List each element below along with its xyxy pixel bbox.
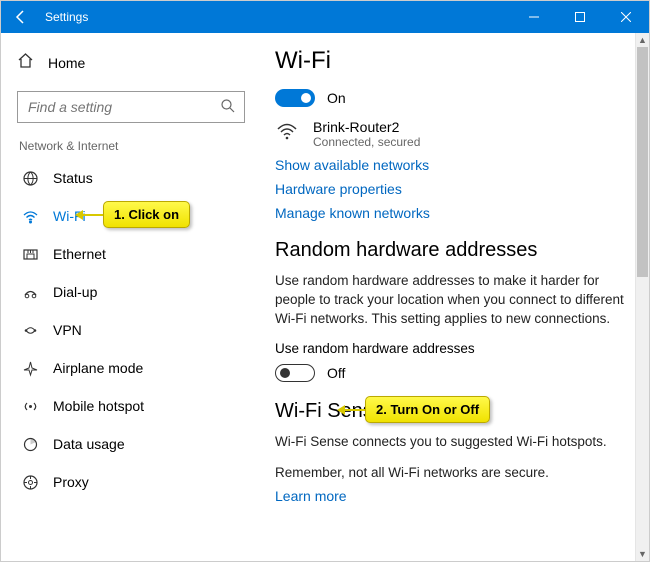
random-toggle-label: Off: [327, 365, 345, 381]
dialup-icon: [21, 284, 39, 301]
wifi-toggle[interactable]: [275, 89, 315, 107]
sidebar-item-hotspot[interactable]: Mobile hotspot: [17, 387, 257, 425]
proxy-icon: [21, 474, 39, 491]
callout-2-text: 2. Turn On or Off: [365, 396, 490, 423]
sense-body1: Wi-Fi Sense connects you to suggested Wi…: [275, 433, 629, 452]
callout-2: 2. Turn On or Off: [343, 396, 490, 423]
sidebar-item-datausage[interactable]: Data usage: [17, 425, 257, 463]
sense-body2: Remember, not all Wi-Fi networks are sec…: [275, 464, 629, 483]
link-learn-more[interactable]: Learn more: [275, 488, 629, 504]
back-button[interactable]: [1, 1, 41, 33]
airplane-icon: [21, 360, 39, 377]
hotspot-icon: [21, 398, 39, 415]
sidebar-item-label: Status: [53, 170, 93, 186]
callout-1-text: 1. Click on: [103, 201, 190, 228]
close-button[interactable]: [603, 1, 649, 33]
network-name: Brink-Router2: [313, 119, 420, 135]
wifi-icon: [21, 208, 39, 225]
sidebar-item-label: Airplane mode: [53, 360, 143, 376]
random-sublabel: Use random hardware addresses: [275, 341, 629, 356]
status-icon: [21, 170, 39, 187]
sidebar: Home Network & Internet Status Wi-Fi Eth…: [1, 33, 263, 561]
scroll-up-icon[interactable]: ▲: [636, 33, 649, 47]
titlebar: Settings: [1, 1, 649, 33]
search-field[interactable]: [18, 92, 244, 122]
scroll-down-icon[interactable]: ▼: [636, 547, 649, 561]
minimize-button[interactable]: [511, 1, 557, 33]
sidebar-group-label: Network & Internet: [19, 139, 257, 153]
sidebar-item-ethernet[interactable]: Ethernet: [17, 235, 257, 273]
random-heading: Random hardware addresses: [275, 239, 629, 262]
random-hw-toggle[interactable]: [275, 364, 315, 382]
home-icon: [17, 52, 34, 74]
current-network[interactable]: Brink-Router2 Connected, secured: [275, 119, 629, 149]
window-title: Settings: [41, 10, 88, 24]
wifi-heading: Wi-Fi: [275, 47, 629, 75]
sidebar-item-label: Dial-up: [53, 284, 97, 300]
vpn-icon: [21, 322, 39, 339]
sidebar-item-dialup[interactable]: Dial-up: [17, 273, 257, 311]
random-body: Use random hardware addresses to make it…: [275, 272, 629, 329]
datausage-icon: [21, 436, 39, 453]
link-available-networks[interactable]: Show available networks: [275, 157, 629, 173]
sidebar-item-label: Ethernet: [53, 246, 106, 262]
sidebar-item-airplane[interactable]: Airplane mode: [17, 349, 257, 387]
scrollbar-thumb[interactable]: [637, 47, 648, 277]
link-hardware-properties[interactable]: Hardware properties: [275, 181, 629, 197]
wifi-toggle-label: On: [327, 90, 346, 106]
scrollbar[interactable]: ▲ ▼: [635, 33, 649, 561]
sidebar-item-status[interactable]: Status: [17, 159, 257, 197]
ethernet-icon: [21, 246, 39, 263]
link-known-networks[interactable]: Manage known networks: [275, 205, 629, 221]
callout-1: 1. Click on: [81, 201, 190, 228]
home-button[interactable]: Home: [17, 43, 257, 83]
network-status: Connected, secured: [313, 135, 420, 149]
main-panel: Wi-Fi On Brink-Router2 Connected, secure…: [263, 33, 649, 561]
sidebar-item-vpn[interactable]: VPN: [17, 311, 257, 349]
search-icon: [220, 98, 236, 119]
sidebar-item-label: Data usage: [53, 436, 125, 452]
sidebar-item-label: VPN: [53, 322, 82, 338]
home-label: Home: [48, 55, 85, 71]
maximize-button[interactable]: [557, 1, 603, 33]
search-input[interactable]: [17, 91, 245, 123]
sidebar-item-label: Mobile hotspot: [53, 398, 144, 414]
sidebar-item-proxy[interactable]: Proxy: [17, 463, 257, 501]
sidebar-item-label: Proxy: [53, 474, 89, 490]
wifi-signal-icon: [275, 119, 299, 148]
